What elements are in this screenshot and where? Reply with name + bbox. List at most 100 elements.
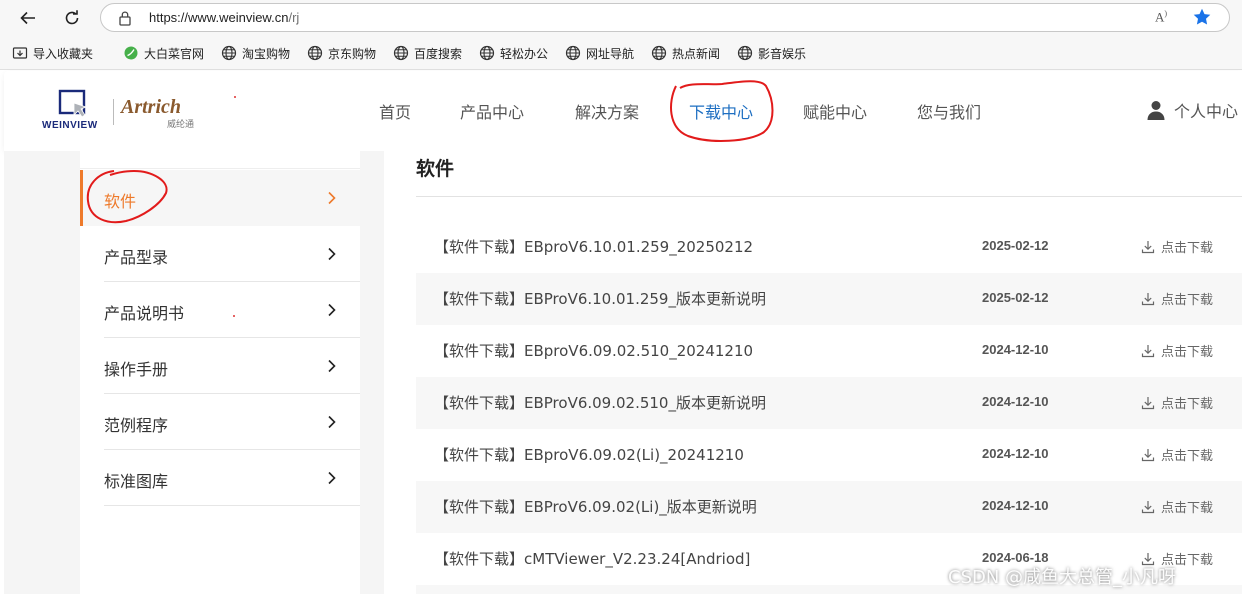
chevron-right-icon [328,359,336,373]
chevron-right-icon [328,247,336,261]
artrich-logo[interactable]: Artrich [121,96,181,119]
sidebar-separator [104,505,360,506]
download-button[interactable]: 点击下载 [1141,445,1213,464]
download-button[interactable]: 点击下载 [1141,289,1213,308]
download-date: 2025-02-12 [982,290,1049,305]
bookmark-office[interactable]: 轻松办公 [479,44,548,62]
download-title[interactable]: 【软件下载】EBProV6.09.02(Li)_版本更新说明 [434,496,757,517]
download-button-label: 点击下载 [1161,293,1214,308]
bookmark-nav[interactable]: 网址导航 [565,44,634,62]
download-button[interactable]: 点击下载 [1141,393,1213,412]
download-row[interactable]: 【软件下载】EBproV6.10.01.259_20250212 2025-02… [416,221,1242,273]
bookmark-label: 导入收藏夹 [33,46,94,61]
highlight-circle-software [86,169,168,224]
bookmark-label: 热点新闻 [672,46,721,61]
download-title[interactable]: 【软件下载】EBProV6.09.02.510_版本更新说明 [434,392,766,413]
url-text: https://www.weinview.cn/rj [149,10,299,25]
chevron-right-icon [328,471,336,485]
download-date: 2025-02-12 [982,238,1049,253]
user-icon [1147,101,1165,120]
download-title[interactable]: 【软件下载】EBProV6.10.01.259_版本更新说明 [434,288,766,309]
nav-enablement[interactable]: 赋能中心 [803,99,867,123]
bookmark-media[interactable]: 影音娱乐 [737,44,806,62]
download-list-panel: 软件 【软件下载】EBproV6.10.01.259_20250212 2025… [384,151,1242,594]
download-row[interactable]: 【软件下载】EBProV6.09.02.510_版本更新说明 2024-12-1… [416,377,1242,429]
back-button[interactable] [16,6,40,30]
download-title[interactable]: 【软件下载】EBproV6.09.02.510_20241210 [434,340,753,361]
bookmark-baidu[interactable]: 百度搜索 [393,44,462,62]
chevron-right-icon [328,303,336,317]
bookmarks-bar: 导入收藏夹 大白菜官网 淘宝购物 京东购物 百度搜索 轻松办公 网址导航 热点新… [0,36,1242,70]
download-row[interactable]: 【软件下载】EBproV6.09.02(Li)_20241210 2024-12… [416,429,1242,481]
sidebar-item-catalog[interactable]: 产品型录 [80,226,360,282]
url-path: /rj [288,10,300,25]
download-icon [1141,448,1155,461]
globe-icon [393,45,409,61]
globe-icon [307,45,323,61]
bookmark-label: 轻松办公 [500,46,549,61]
nav-products[interactable]: 产品中心 [460,99,524,123]
bookmark-label: 影音娱乐 [758,46,807,61]
chevron-right-icon [328,415,336,429]
bookmark-label: 淘宝购物 [242,46,291,61]
user-center-label: 个人中心 [1174,102,1239,121]
globe-icon [651,45,667,61]
download-title[interactable]: 【软件下载】EBproV6.09.02(Li)_20241210 [434,444,744,465]
weinview-logo[interactable]: WEINVIEW [42,89,104,135]
nav-about-us[interactable]: 您与我们 [917,99,981,123]
bookmark-jd[interactable]: 京东购物 [307,44,376,62]
sidebar-item-examples[interactable]: 范例程序 [80,394,360,450]
download-row[interactable]: 【软件下载】EBProV6.10.01.259_版本更新说明 2025-02-1… [416,273,1242,325]
download-button[interactable]: 点击下载 [1141,341,1213,360]
leaf-icon [124,46,138,60]
download-icon [1141,344,1155,357]
sidebar-item-gallery[interactable]: 标准图库 [80,450,360,506]
sidebar-item-label: 标准图库 [104,472,169,491]
read-aloud-icon[interactable]: A) [1155,9,1167,25]
artrich-logo-subtitle: 威纶通 [167,120,195,130]
sidebar-item-label: 产品型录 [104,248,169,267]
bookmark-dabaicai[interactable]: 大白菜官网 [123,44,204,62]
import-icon [12,47,28,59]
bookmark-news[interactable]: 热点新闻 [651,44,720,62]
download-row[interactable]: 【软件下载】EBproV6.09.02.510_20241210 2024-12… [416,325,1242,377]
bookmark-label: 大白菜官网 [144,46,205,61]
download-button-label: 点击下载 [1161,449,1214,464]
download-title[interactable]: 【软件下载】EBproV6.10.01.259_20250212 [434,236,753,257]
sidebar-item-label: 范例程序 [104,416,169,435]
download-button-label: 点击下载 [1161,241,1214,256]
highlight-circle-downloads [670,80,774,142]
download-icon [1141,240,1155,253]
nav-home[interactable]: 首页 [379,99,411,123]
download-button-label: 点击下载 [1161,397,1214,412]
sidebar: 软件 产品型录 产品说明书 操作手册 范例程序 标准图库 [80,151,360,594]
user-center[interactable]: 个人中心 [1147,98,1238,122]
download-row[interactable]: 【软件下载】EBProV6.09.02(Li)_版本更新说明 2024-12-1… [416,481,1242,533]
sidebar-item-operation-guide[interactable]: 操作手册 [80,338,360,394]
section-divider [416,196,1242,197]
favorite-star-icon[interactable] [1192,7,1212,27]
download-date: 2024-12-10 [982,446,1049,461]
url-field[interactable]: https://www.weinview.cn/rj A) [100,3,1230,32]
url-host: https://www.weinview.cn [149,10,289,25]
sidebar-item-label: 产品说明书 [104,304,185,323]
download-button[interactable]: 点击下载 [1141,237,1213,256]
bookmark-taobao[interactable]: 淘宝购物 [221,44,290,62]
sidebar-item-manual[interactable]: 产品说明书 [80,282,360,338]
nav-solutions[interactable]: 解决方案 [575,99,639,123]
read-aloud-glyph: A [1155,9,1165,25]
globe-icon [737,45,753,61]
chevron-right-icon [328,191,336,205]
reload-button[interactable] [60,6,84,30]
download-icon [1141,292,1155,305]
bookmark-import[interactable]: 导入收藏夹 [12,44,93,62]
download-button[interactable]: 点击下载 [1141,497,1213,516]
download-date: 2024-12-10 [982,394,1049,409]
bookmark-label: 网址导航 [586,46,635,61]
lock-icon [119,11,131,26]
back-arrow-icon [20,11,35,25]
download-title[interactable]: 【软件下载】cMTViewer_V2.23.24[Andriod] [434,548,750,569]
globe-icon [479,45,495,61]
weinview-logo-mark [58,89,88,118]
weinview-logo-text: WEINVIEW [42,120,98,131]
